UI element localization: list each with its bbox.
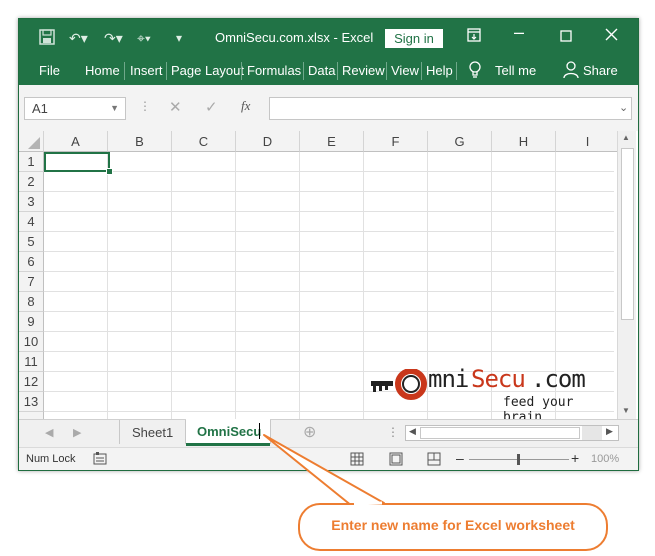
callout-pointer-cover: [353, 501, 383, 506]
